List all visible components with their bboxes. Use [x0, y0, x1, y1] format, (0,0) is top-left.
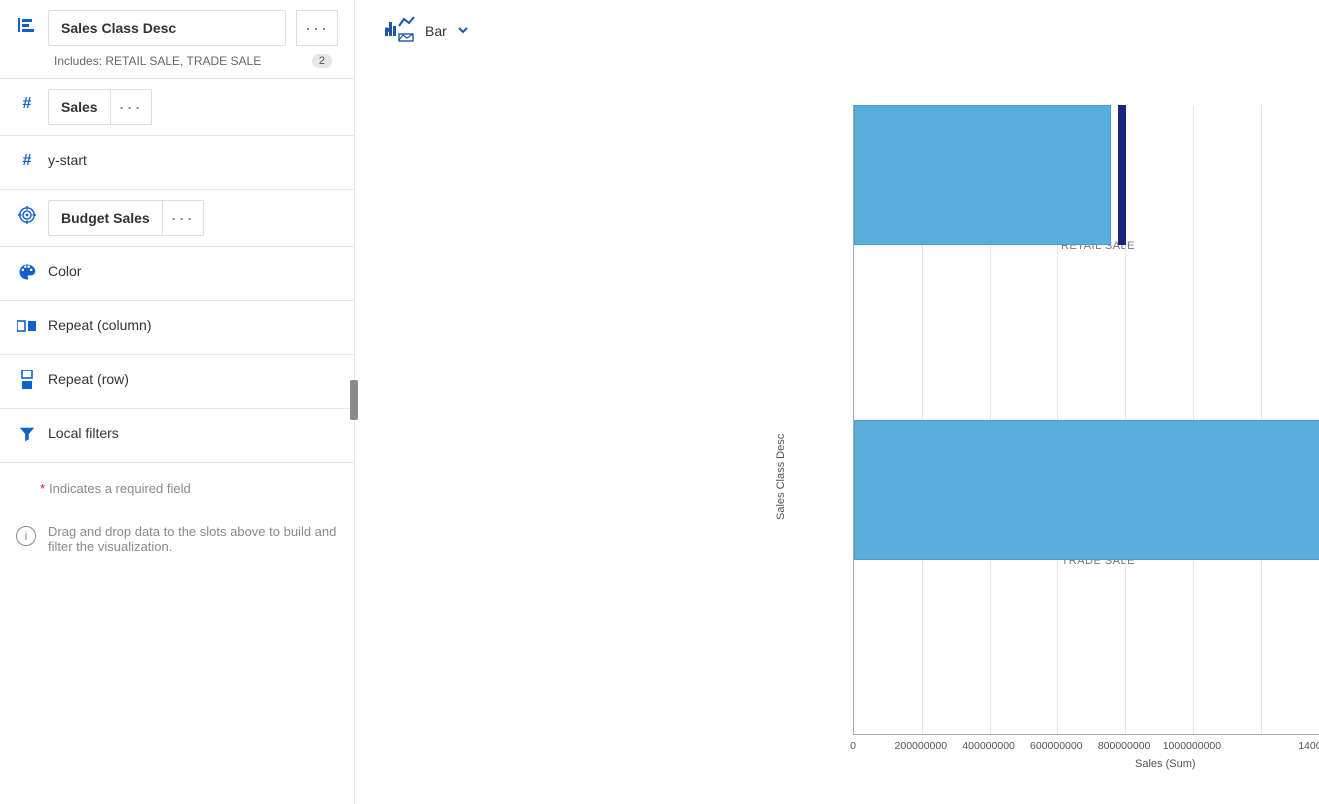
x-tick: 400000000 — [962, 740, 1015, 752]
help-note: i Drag and drop data to the slots above … — [0, 504, 354, 562]
x-tick: 600000000 — [1030, 740, 1083, 752]
number-icon: # — [16, 93, 38, 115]
info-icon: i — [16, 526, 36, 546]
chart-area: Sales Class Desc RETAIL SALE TRADE SALE … — [755, 80, 1319, 780]
slot-label: Local filters — [48, 419, 119, 441]
x-tick: 0 — [850, 740, 856, 752]
slot-label: Repeat (row) — [48, 365, 129, 387]
slot-repeat-row[interactable]: Repeat (row) — [0, 355, 354, 409]
slot-label: Color — [48, 257, 81, 279]
fields-panel: Sales Class Desc ··· Includes: RETAIL SA… — [0, 0, 355, 804]
slot-label: Repeat (column) — [48, 311, 152, 333]
slot-category: Sales Class Desc ··· Includes: RETAIL SA… — [0, 0, 354, 79]
field-pill-sales[interactable]: Sales — [48, 89, 111, 125]
x-tick: 1000000000 — [1163, 740, 1221, 752]
slot-label: y-start — [48, 146, 87, 168]
includes-count-badge: 2 — [312, 54, 332, 68]
slot-local-filters[interactable]: Local filters — [0, 409, 354, 463]
includes-text: Includes: RETAIL SALE, TRADE SALE — [54, 54, 261, 68]
y-axis-title: Sales Class Desc — [775, 434, 787, 520]
repeat-column-icon — [16, 315, 38, 337]
bar-trade-sales[interactable] — [854, 420, 1319, 560]
bar-retail-sales[interactable] — [854, 105, 1111, 245]
plot-area — [853, 105, 1319, 735]
chevron-down-icon — [457, 23, 469, 39]
field-pill-sales-class-desc[interactable]: Sales Class Desc — [48, 10, 286, 46]
slot-budget-sales: Budget Sales ··· — [0, 190, 354, 247]
category-axis-icon — [16, 14, 38, 36]
palette-icon — [16, 261, 38, 283]
x-tick: 1400000000 — [1298, 740, 1319, 752]
visualization-panel: Bar Sales Class Desc RETAIL SALE TRADE S… — [355, 0, 1319, 804]
slot-sales: # Sales ··· — [0, 79, 354, 136]
slot-color[interactable]: Color — [0, 247, 354, 301]
filter-icon — [16, 423, 38, 445]
number-icon: # — [16, 150, 38, 172]
x-axis-title: Sales (Sum) — [1135, 758, 1196, 770]
required-field-note: *Indicates a required field — [0, 463, 354, 504]
repeat-row-icon — [16, 369, 38, 391]
field-pill-more-button[interactable]: ··· — [296, 10, 338, 46]
x-tick: 800000000 — [1098, 740, 1151, 752]
chart-type-selector[interactable]: Bar — [385, 16, 1299, 45]
help-text: Drag and drop data to the slots above to… — [48, 524, 338, 554]
field-pill-budget-sales[interactable]: Budget Sales — [48, 200, 163, 236]
slot-repeat-column[interactable]: Repeat (column) — [0, 301, 354, 355]
x-tick: 200000000 — [895, 740, 948, 752]
chart-type-label: Bar — [425, 23, 447, 39]
field-pill-sales-more-button[interactable]: ··· — [110, 89, 152, 125]
target-icon — [16, 204, 38, 226]
bar-retail-budget[interactable] — [1118, 105, 1126, 245]
chart-type-icon — [385, 16, 415, 45]
field-pill-budget-more-button[interactable]: ··· — [162, 200, 204, 236]
slot-y-start[interactable]: # y-start — [0, 136, 354, 190]
